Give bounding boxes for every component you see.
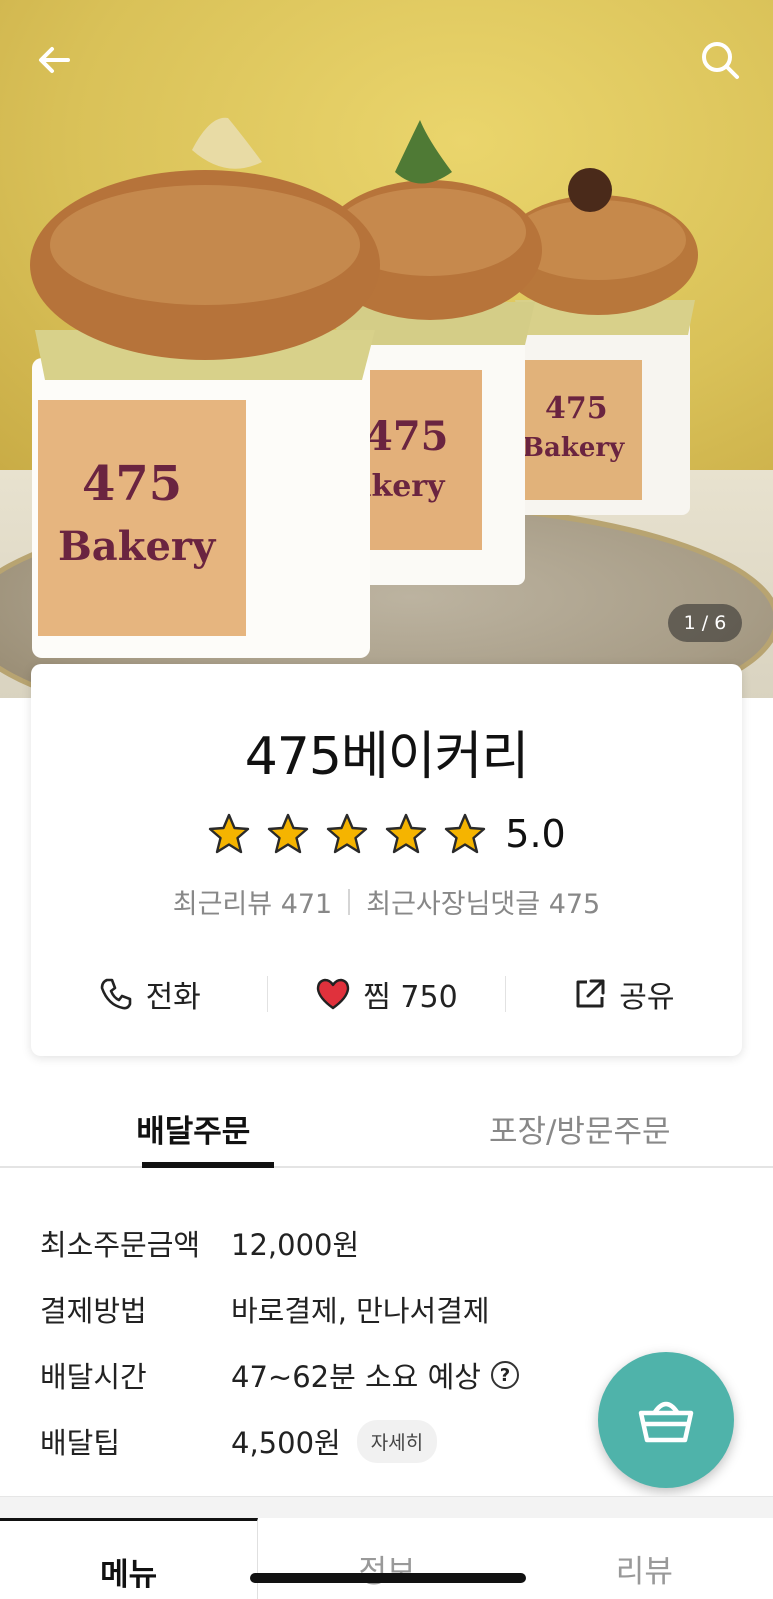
- tab-reviews[interactable]: 리뷰: [516, 1518, 773, 1599]
- call-label: 전화: [145, 980, 201, 1015]
- basket-icon: [638, 1401, 694, 1443]
- section-divider: [0, 1496, 773, 1518]
- photo-page-indicator: 1 / 6: [668, 604, 742, 642]
- order-type-tabs: 배달주문 포장/방문주문: [0, 1092, 773, 1168]
- star-icon: [386, 813, 427, 854]
- svg-text:Bakery: Bakery: [58, 523, 217, 570]
- search-button[interactable]: [692, 32, 748, 88]
- info-row-delivery-time: 배달시간 47~62분 소요 예상 ?: [40, 1342, 600, 1408]
- call-button[interactable]: 전화: [31, 972, 267, 1016]
- bakery-cupcakes-illustration: 475 Bakery 475 akery 475 Bakery: [30, 117, 698, 658]
- store-name: 475베이커리: [244, 727, 530, 787]
- share-button[interactable]: 공유: [506, 972, 742, 1016]
- tab-delivery-order[interactable]: 배달주문: [0, 1092, 387, 1168]
- review-stats: 최근리뷰 471 최근사장님댓글 475: [31, 882, 742, 921]
- phone-icon: [100, 978, 131, 1010]
- info-label: 결제방법: [40, 1294, 147, 1328]
- back-button[interactable]: [26, 32, 82, 88]
- store-info-card: 475베이커리 5.0 최근리뷰 471 최근사장님댓글 475 전화 찜 75…: [31, 664, 742, 1056]
- arrow-left-icon: [39, 47, 70, 73]
- svg-text:475: 475: [545, 391, 608, 426]
- star-icon: [327, 813, 368, 854]
- favorite-label: 찜 750: [363, 980, 458, 1015]
- favorite-button[interactable]: 찜 750: [268, 972, 504, 1016]
- share-label: 공유: [619, 980, 675, 1015]
- rating-stars: [207, 812, 487, 856]
- question-circle-icon[interactable]: ?: [490, 1361, 519, 1389]
- info-row-min-order: 최소주문금액 12,000원: [40, 1210, 600, 1276]
- store-photo-carousel[interactable]: 475 Bakery 475 akery 475 Bakery 1 / 6: [0, 0, 773, 698]
- info-row-delivery-tip: 배달팁 4,500원 자세히: [40, 1408, 600, 1474]
- rating-value: 5.0: [505, 812, 566, 856]
- recent-owner-reply-count[interactable]: 최근사장님댓글 475: [366, 882, 600, 921]
- cupcake-left: 475 Bakery: [30, 117, 380, 658]
- cart-button[interactable]: [598, 1352, 734, 1488]
- star-icon: [445, 813, 486, 854]
- rating-row[interactable]: 5.0: [31, 810, 742, 858]
- share-icon: [576, 979, 605, 1008]
- star-icon: [209, 813, 250, 854]
- delivery-tip-amount: 4,500원: [231, 1426, 341, 1460]
- tab-menu[interactable]: 메뉴: [0, 1518, 259, 1599]
- tab-takeout-order[interactable]: 포장/방문주문: [387, 1092, 773, 1166]
- delivery-time-text: 47~62분 소요 예상: [231, 1360, 481, 1394]
- tab-info[interactable]: 정보: [258, 1518, 515, 1599]
- store-actions: 전화 찜 750 공유: [31, 964, 742, 1024]
- content-tabs: 메뉴 정보 리뷰: [0, 1518, 773, 1599]
- delivery-tip-detail-button[interactable]: 자세히: [356, 1419, 438, 1463]
- svg-text:Bakery: Bakery: [522, 433, 625, 463]
- heart-icon: [317, 978, 350, 1010]
- search-icon: [702, 42, 739, 79]
- home-indicator[interactable]: [250, 1573, 526, 1583]
- info-value: 바로결제, 만나서결제: [231, 1294, 490, 1328]
- divider: [348, 888, 351, 915]
- delivery-info: 최소주문금액 12,000원 결제방법 바로결제, 만나서결제 배달시간 47~…: [40, 1210, 600, 1474]
- star-icon: [268, 813, 309, 854]
- info-row-payment: 결제방법 바로결제, 만나서결제: [40, 1276, 600, 1342]
- info-label: 배달팁: [40, 1426, 121, 1460]
- info-label: 최소주문금액: [40, 1228, 201, 1262]
- svg-text:475: 475: [365, 413, 449, 460]
- info-value: 4,500원 자세히: [231, 1419, 438, 1463]
- info-value: 12,000원: [231, 1228, 360, 1262]
- info-label: 배달시간: [40, 1360, 147, 1394]
- info-value: 47~62분 소요 예상 ?: [231, 1354, 519, 1396]
- recent-review-count[interactable]: 최근리뷰 471: [173, 882, 332, 921]
- svg-text:475: 475: [82, 456, 182, 512]
